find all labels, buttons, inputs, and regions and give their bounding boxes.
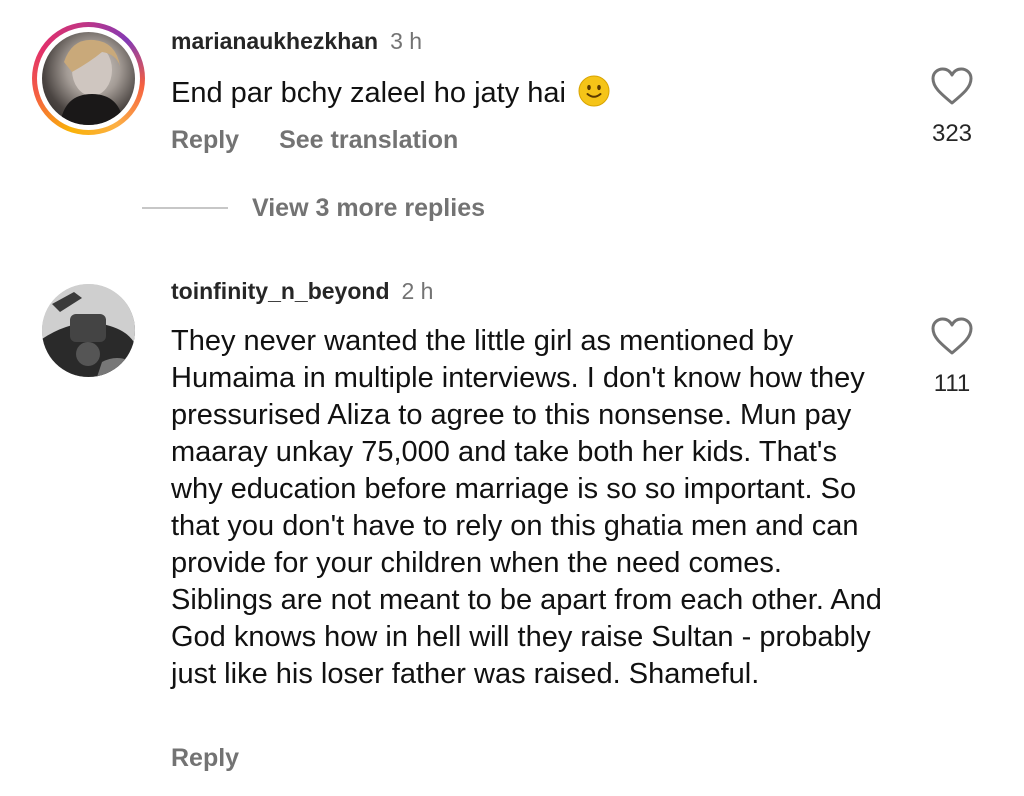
heart-outline-icon[interactable] bbox=[930, 66, 974, 106]
username[interactable]: toinfinity_n_beyond bbox=[171, 278, 390, 304]
reply-button[interactable]: Reply bbox=[171, 744, 239, 772]
like-count: 111 bbox=[933, 370, 971, 397]
slightly-smiling-face-icon bbox=[578, 75, 610, 107]
like-count: 323 bbox=[931, 120, 973, 147]
comment-header: marianaukhezkhan 3 h bbox=[171, 28, 422, 55]
see-translation-button[interactable]: See translation bbox=[279, 126, 458, 154]
like-control: 111 bbox=[926, 316, 978, 398]
comment-body: End par bchy zaleel ho jaty hai bbox=[171, 77, 566, 109]
avatar[interactable] bbox=[42, 284, 135, 377]
avatar-portrait-image bbox=[60, 39, 124, 125]
heart-outline-icon[interactable] bbox=[930, 316, 974, 356]
avatar-story-ring[interactable] bbox=[32, 22, 145, 135]
comments-page: marianaukhezkhan 3 h End par bchy zaleel … bbox=[0, 0, 1024, 796]
avatar-car-interior-image bbox=[42, 284, 135, 377]
avatar[interactable] bbox=[42, 32, 135, 125]
comment-text: They never wanted the little girl as men… bbox=[171, 323, 891, 693]
view-replies-label[interactable]: View 3 more replies bbox=[252, 194, 485, 223]
comment-actions: Reply See translation bbox=[171, 126, 458, 155]
timestamp: 3 h bbox=[390, 28, 423, 54]
comment-actions: Reply bbox=[171, 744, 239, 773]
like-control: 323 bbox=[926, 66, 978, 148]
comment-header: toinfinity_n_beyond 2 h bbox=[171, 278, 433, 305]
avatar-ring-gap bbox=[37, 27, 140, 130]
reply-button[interactable]: Reply bbox=[171, 126, 239, 154]
comment-body: They never wanted the little girl as men… bbox=[171, 325, 882, 690]
comment-text: End par bchy zaleel ho jaty hai bbox=[171, 75, 891, 112]
username[interactable]: marianaukhezkhan bbox=[171, 28, 378, 54]
timestamp: 2 h bbox=[401, 278, 434, 304]
replies-divider-line bbox=[142, 207, 228, 209]
